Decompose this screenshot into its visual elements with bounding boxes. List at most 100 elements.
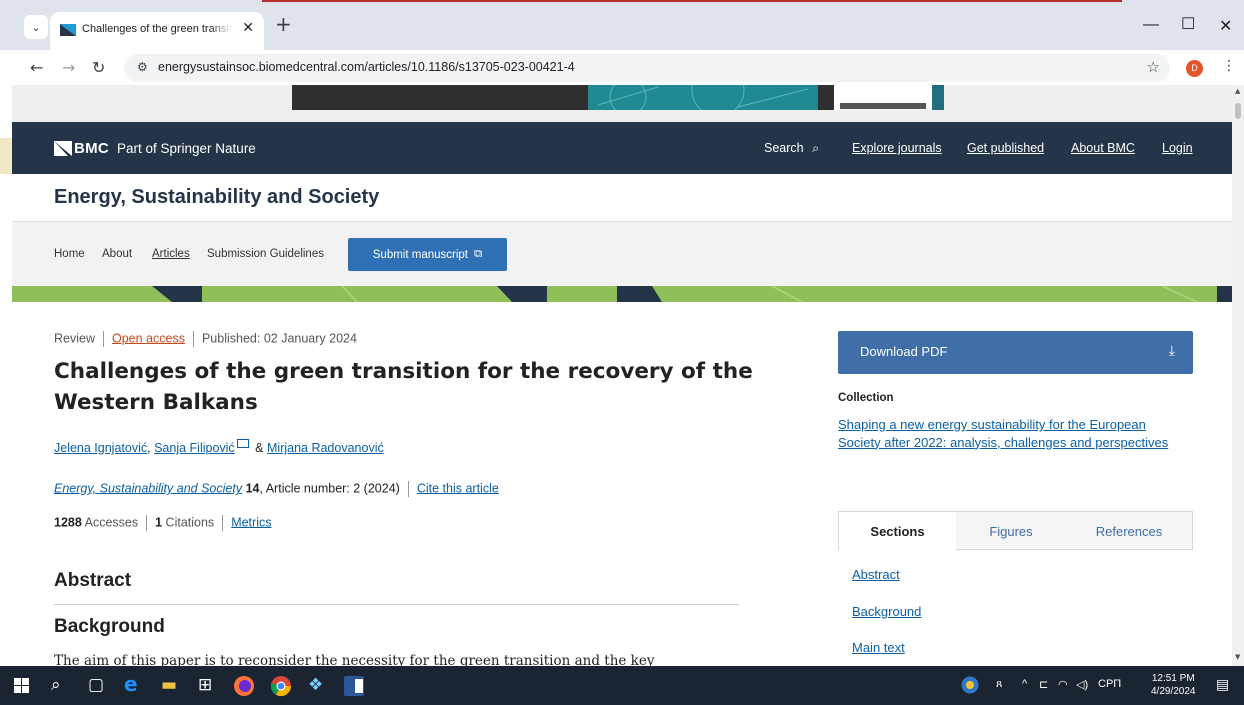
site-info-icon[interactable]: ⚙: [137, 60, 148, 74]
edge-icon[interactable]: e: [124, 672, 138, 696]
windows-start-icon[interactable]: [14, 678, 29, 693]
journal-title-bar: Energy, Sustainability and Society: [12, 174, 1232, 222]
tab-search-button[interactable]: ⌄: [24, 15, 48, 39]
firefox-icon[interactable]: [233, 675, 255, 697]
author-separator: &: [255, 441, 264, 455]
minimize-icon[interactable]: —: [1143, 16, 1159, 34]
journal-title[interactable]: Energy, Sustainability and Society: [54, 186, 379, 209]
journal-name-link[interactable]: Energy, Sustainability and Society: [54, 481, 242, 495]
new-tab-icon[interactable]: +: [275, 14, 292, 34]
meta-separator: [407, 481, 409, 497]
explore-journals-link[interactable]: Explore journals: [852, 141, 942, 155]
nav-articles[interactable]: Articles: [152, 248, 190, 260]
section-link-main-text[interactable]: Main text: [852, 640, 905, 655]
scroll-up-icon[interactable]: ▲: [1235, 87, 1240, 95]
chrome-icon[interactable]: [270, 675, 292, 697]
meta-separator: [146, 515, 148, 531]
download-pdf-label: Download PDF: [860, 344, 948, 359]
bookmark-star-icon[interactable]: ☆: [1147, 58, 1160, 76]
mail-icon[interactable]: [236, 439, 249, 448]
article-type: Review: [54, 331, 95, 346]
volume-icon[interactable]: ◁): [1076, 678, 1088, 691]
header-search-label: Search: [764, 141, 804, 155]
tab-figures[interactable]: Figures: [956, 512, 1066, 550]
browser-tab-bar: ⌄ Challenges of the green transiti ✕ + —…: [0, 0, 1244, 50]
task-view-icon[interactable]: ▢: [88, 675, 104, 695]
window-close-icon[interactable]: ✕: [1219, 16, 1232, 36]
author-separator: ,: [147, 441, 151, 455]
profile-avatar[interactable]: D: [1186, 60, 1203, 77]
section-link-abstract[interactable]: Abstract: [852, 567, 900, 582]
url-text[interactable]: energysustainsoc.biomedcentral.com/artic…: [158, 60, 575, 74]
tray-overflow-icon[interactable]: ^: [1022, 678, 1027, 690]
nav-submission-guidelines[interactable]: Submission Guidelines: [207, 248, 324, 260]
browser-menu-icon[interactable]: ⋮: [1222, 58, 1236, 74]
collection-label: Collection: [838, 392, 894, 404]
help-icon[interactable]: [961, 676, 979, 694]
wifi-icon[interactable]: ◠: [1058, 678, 1068, 691]
citations-count: 1: [155, 515, 163, 530]
bmc-favicon-icon: [60, 24, 76, 36]
page-accent-line: [262, 0, 1122, 2]
system-clock[interactable]: 12:51 PM 4/29/2024: [1151, 672, 1196, 698]
tab-sections[interactable]: Sections: [839, 512, 956, 550]
reload-icon[interactable]: ↻: [92, 58, 105, 77]
journal-nav: Home About Articles Submission Guideline…: [12, 222, 1232, 286]
abstract-divider: [54, 604, 739, 605]
article-number: , Article number: 2 (2024): [259, 481, 400, 496]
submit-manuscript-button[interactable]: Submit manuscript ⧉: [348, 238, 507, 271]
login-link[interactable]: Login: [1162, 141, 1193, 155]
get-published-link[interactable]: Get published: [967, 141, 1044, 155]
header-search-button[interactable]: Search ⌕: [764, 141, 819, 156]
author-link[interactable]: Mirjana Radovanović: [267, 441, 384, 455]
nav-home[interactable]: Home: [54, 248, 85, 260]
download-pdf-button[interactable]: Download PDF ⤓: [838, 331, 1193, 374]
browser-tab[interactable]: Challenges of the green transiti ✕: [50, 12, 264, 50]
ad-network-graphic: [597, 85, 809, 110]
nav-about[interactable]: About: [102, 248, 132, 260]
cite-this-article-link[interactable]: Cite this article: [417, 481, 499, 495]
input-language[interactable]: СРП: [1098, 678, 1121, 690]
network-icon[interactable]: ⊏: [1039, 678, 1048, 691]
section-link-background[interactable]: Background: [852, 604, 921, 619]
tab-title: Challenges of the green transiti: [82, 23, 232, 35]
advertisement-banner[interactable]: [12, 85, 1232, 122]
author-link[interactable]: Sanja Filipović: [154, 441, 235, 455]
collection-link[interactable]: Shaping a new energy sustainability for …: [838, 416, 1188, 451]
open-access-link[interactable]: Open access: [112, 331, 185, 345]
file-explorer-icon[interactable]: ▬: [161, 675, 177, 695]
search-icon[interactable]: ⌕: [51, 675, 61, 695]
meta-separator: [192, 331, 194, 347]
ad-image: [834, 85, 944, 110]
published-date: Published: 02 January 2024: [201, 331, 357, 346]
author-link[interactable]: Jelena Ignjatović: [54, 441, 147, 455]
address-bar[interactable]: ⚙ energysustainsoc.biomedcentral.com/art…: [124, 54, 1170, 82]
about-bmc-link[interactable]: About BMC: [1071, 141, 1135, 155]
left-edge: [0, 85, 12, 666]
metrics-link[interactable]: Metrics: [231, 515, 271, 529]
tab-references[interactable]: References: [1066, 512, 1192, 550]
scroll-thumb[interactable]: [1235, 103, 1241, 119]
bmc-logo-text: BMC: [74, 140, 110, 157]
scroll-down-icon[interactable]: ▼: [1235, 653, 1240, 661]
meta-separator: [222, 515, 224, 531]
people-icon[interactable]: ጸ: [996, 678, 1002, 691]
author-list: Jelena Ignjatović, Sanja Filipović & Mir…: [54, 439, 384, 455]
word-icon[interactable]: [344, 676, 364, 696]
background-heading: Background: [54, 616, 165, 637]
accesses-label: Accesses: [84, 515, 139, 530]
meta-separator: [103, 331, 104, 347]
maximize-icon[interactable]: ☐: [1181, 14, 1195, 34]
abstract-heading: Abstract: [54, 570, 132, 591]
back-icon[interactable]: ←: [30, 58, 43, 77]
article-meta: Review Open access Published: 02 January 2…: [54, 331, 357, 347]
store-icon[interactable]: ⊞: [198, 675, 212, 695]
app-icon[interactable]: ❖: [308, 675, 323, 695]
decorative-banner: [12, 286, 1232, 302]
forward-icon[interactable]: →: [62, 58, 75, 77]
page-scrollbar[interactable]: ▲ ▼: [1232, 85, 1244, 666]
notifications-icon[interactable]: ▤: [1216, 676, 1229, 693]
tab-close-icon[interactable]: ✕: [242, 20, 254, 36]
download-icon: ⤓: [1168, 343, 1175, 359]
bmc-site-header: BMC Part of Springer Nature Search ⌕ Exp…: [12, 122, 1232, 174]
